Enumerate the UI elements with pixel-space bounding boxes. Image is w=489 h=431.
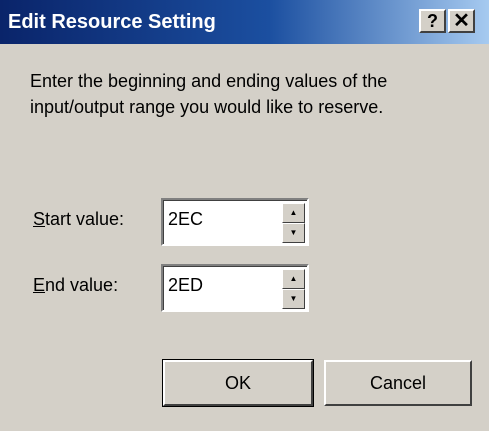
cancel-button[interactable]: Cancel <box>324 360 472 406</box>
end-spin-up-button[interactable]: ▲ <box>282 269 305 289</box>
ok-button[interactable]: OK <box>163 360 313 406</box>
instructions-text: Enter the beginning and ending values of… <box>30 71 388 117</box>
title-bar[interactable]: Edit Resource Setting ? ✕ <box>0 0 489 44</box>
end-value-spinner[interactable]: ▲ ▼ <box>161 264 309 312</box>
arrow-up-icon: ▲ <box>289 274 298 283</box>
arrow-up-icon: ▲ <box>289 208 298 217</box>
help-button[interactable]: ? <box>419 9 446 33</box>
end-spin-down-button[interactable]: ▼ <box>282 289 305 309</box>
edit-resource-dialog: Edit Resource Setting ? ✕ Enter the begi… <box>0 0 489 431</box>
arrow-down-icon: ▼ <box>289 294 298 303</box>
start-value-input[interactable] <box>168 209 268 230</box>
arrow-down-icon: ▼ <box>289 228 298 237</box>
start-spin-down-button[interactable]: ▼ <box>282 223 305 243</box>
help-icon: ? <box>427 11 438 31</box>
start-value-spinner[interactable]: ▲ ▼ <box>161 198 309 246</box>
close-button[interactable]: ✕ <box>448 9 475 33</box>
close-icon: ✕ <box>453 10 470 32</box>
start-value-label: Start value: <box>33 209 125 229</box>
end-value-input[interactable] <box>168 275 268 296</box>
start-spin-up-button[interactable]: ▲ <box>282 203 305 223</box>
end-value-label: End value: <box>33 275 119 295</box>
window-title: Edit Resource Setting <box>8 11 216 33</box>
